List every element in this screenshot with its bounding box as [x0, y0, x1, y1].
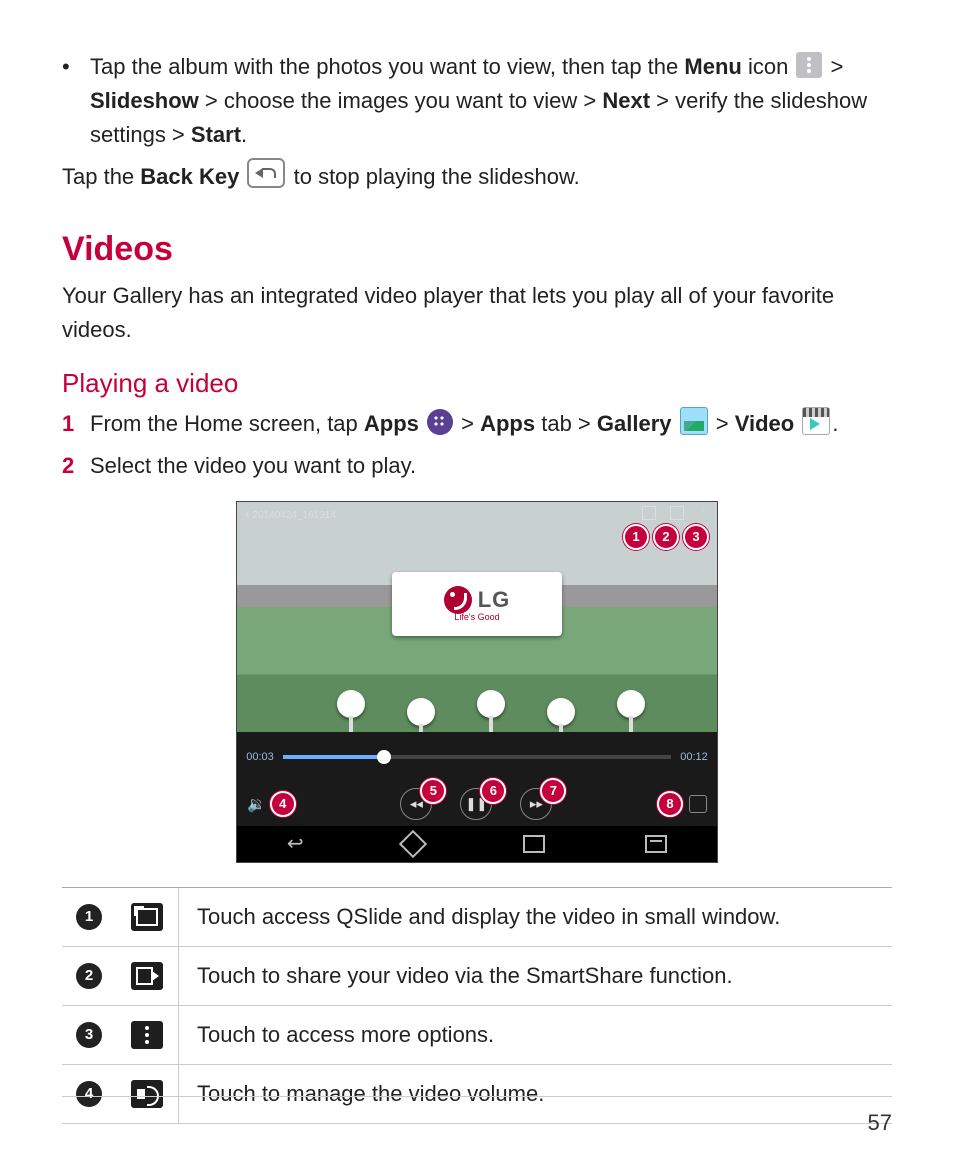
decor-lamp: [617, 690, 645, 718]
screenshot-wrap: ‹ 20140424_161314 ⋮ LG Life's Good: [62, 501, 892, 863]
volume-icon: 🔉: [247, 795, 266, 813]
text: Tap the: [62, 164, 140, 189]
qslide-icon: [131, 903, 163, 931]
bullet-slideshow: • Tap the album with the photos you want…: [62, 50, 892, 152]
lock-icon: [689, 795, 707, 813]
video-player-screenshot: ‹ 20140424_161314 ⋮ LG Life's Good: [236, 501, 718, 863]
video-buttons: 🔉 4 ◂◂ 5 ❚❚ 6 ▸▸ 7: [237, 782, 717, 826]
bold-video: Video: [735, 411, 795, 436]
nav-recent-icon: [523, 835, 545, 853]
more-icon: ⋮: [698, 506, 709, 520]
qslide-icon: [642, 506, 656, 520]
text: >: [716, 411, 735, 436]
videos-intro: Your Gallery has an integrated video pla…: [62, 279, 892, 347]
callout-3: 3: [683, 524, 709, 550]
bold-gallery: Gallery: [597, 411, 672, 436]
text: .: [241, 122, 247, 147]
lg-logo-icon: [444, 586, 472, 614]
bold-backkey: Back Key: [140, 164, 239, 189]
step-content: From the Home screen, tap Apps > Apps ta…: [90, 407, 892, 441]
legend-row: 2 Touch to share your video via the Smar…: [62, 947, 892, 1006]
callout-8: 8: [657, 791, 683, 817]
legend-row: 3 Touch to access more options.: [62, 1006, 892, 1065]
legend-badge: 3: [76, 1022, 102, 1048]
page: • Tap the album with the photos you want…: [0, 0, 954, 1154]
video-icon: [802, 407, 830, 435]
decor-lamp: [547, 698, 575, 726]
back-key-icon: [247, 158, 285, 188]
menu-icon: [796, 52, 822, 78]
legend-row: 4 Touch to manage the video volume.: [62, 1065, 892, 1124]
heading-playing-video: Playing a video: [62, 368, 892, 399]
nav-home-icon: [399, 830, 427, 858]
step-content: Select the video you want to play.: [90, 449, 892, 483]
apps-icon: [427, 409, 453, 435]
callout-5: 5: [420, 778, 446, 804]
bullet-content: Tap the album with the photos you want t…: [90, 50, 892, 152]
legend-text: Touch access QSlide and display the vide…: [178, 888, 892, 946]
bold-start: Start: [191, 122, 241, 147]
bullet-marker: •: [62, 50, 90, 152]
video-topbar: ‹ 20140424_161314 ⋮: [237, 502, 717, 524]
callout-6: 6: [480, 778, 506, 804]
bold-next: Next: [602, 88, 650, 113]
nav-menu-icon: [645, 835, 667, 853]
filename-text: 20140424_161314: [252, 510, 335, 521]
gallery-icon: [680, 407, 708, 435]
more-options-icon: [131, 1021, 163, 1049]
video-filename: ‹ 20140424_161314: [245, 505, 336, 521]
lg-brand-text: LG: [478, 587, 511, 613]
video-frame: ‹ 20140424_161314 ⋮ LG Life's Good: [237, 502, 717, 732]
decor-lamp: [477, 690, 505, 718]
legend-text: Touch to share your video via the SmartS…: [178, 947, 892, 1005]
callout-1: 1: [623, 524, 649, 550]
text: icon: [742, 54, 795, 79]
device-navbar: ↩: [237, 826, 717, 862]
share-icon: [670, 506, 684, 520]
video-progress: 00:03 00:12: [237, 732, 717, 782]
decor-lamp: [337, 690, 365, 718]
time-total: 00:12: [671, 751, 717, 763]
bold-slideshow: Slideshow: [90, 88, 199, 113]
text: >: [461, 411, 480, 436]
legend-text: Touch to access more options.: [178, 1006, 892, 1064]
smartshare-icon: [131, 962, 163, 990]
legend-badge: 4: [76, 1081, 102, 1107]
text: tab >: [535, 411, 597, 436]
time-elapsed: 00:03: [237, 751, 283, 763]
text: > choose the images you want to view >: [199, 88, 603, 113]
callout-2: 2: [653, 524, 679, 550]
step-number: 1: [62, 407, 90, 441]
legend-text: Touch to manage the video volume.: [178, 1065, 892, 1123]
bold-apps-tab: Apps: [480, 411, 535, 436]
text: .: [832, 411, 838, 436]
callout-7: 7: [540, 778, 566, 804]
decor-lamp: [407, 698, 435, 726]
step-number: 2: [62, 449, 90, 483]
text: >: [824, 54, 843, 79]
legend-row: 1 Touch access QSlide and display the vi…: [62, 888, 892, 947]
lg-billboard: LG Life's Good: [392, 572, 562, 636]
step-2: 2 Select the video you want to play.: [62, 449, 892, 483]
text: From the Home screen, tap: [90, 411, 364, 436]
bold-menu: Menu: [684, 54, 741, 79]
page-number: 57: [868, 1110, 892, 1136]
callout-4: 4: [270, 791, 296, 817]
topbar-right: ⋮: [642, 506, 709, 520]
nav-back-icon: ↩: [287, 831, 304, 856]
text: Tap the album with the photos you want t…: [90, 54, 684, 79]
heading-videos: Videos: [62, 230, 892, 269]
volume-icon: [131, 1080, 163, 1108]
legend-badge: 1: [76, 904, 102, 930]
progress-bar: [283, 755, 671, 759]
step-1: 1 From the Home screen, tap Apps > Apps …: [62, 407, 892, 441]
bold-apps: Apps: [364, 411, 419, 436]
text: to stop playing the slideshow.: [294, 164, 580, 189]
legend-table: 1 Touch access QSlide and display the vi…: [62, 887, 892, 1124]
line-backkey: Tap the Back Key to stop playing the sli…: [62, 158, 892, 194]
legend-badge: 2: [76, 963, 102, 989]
